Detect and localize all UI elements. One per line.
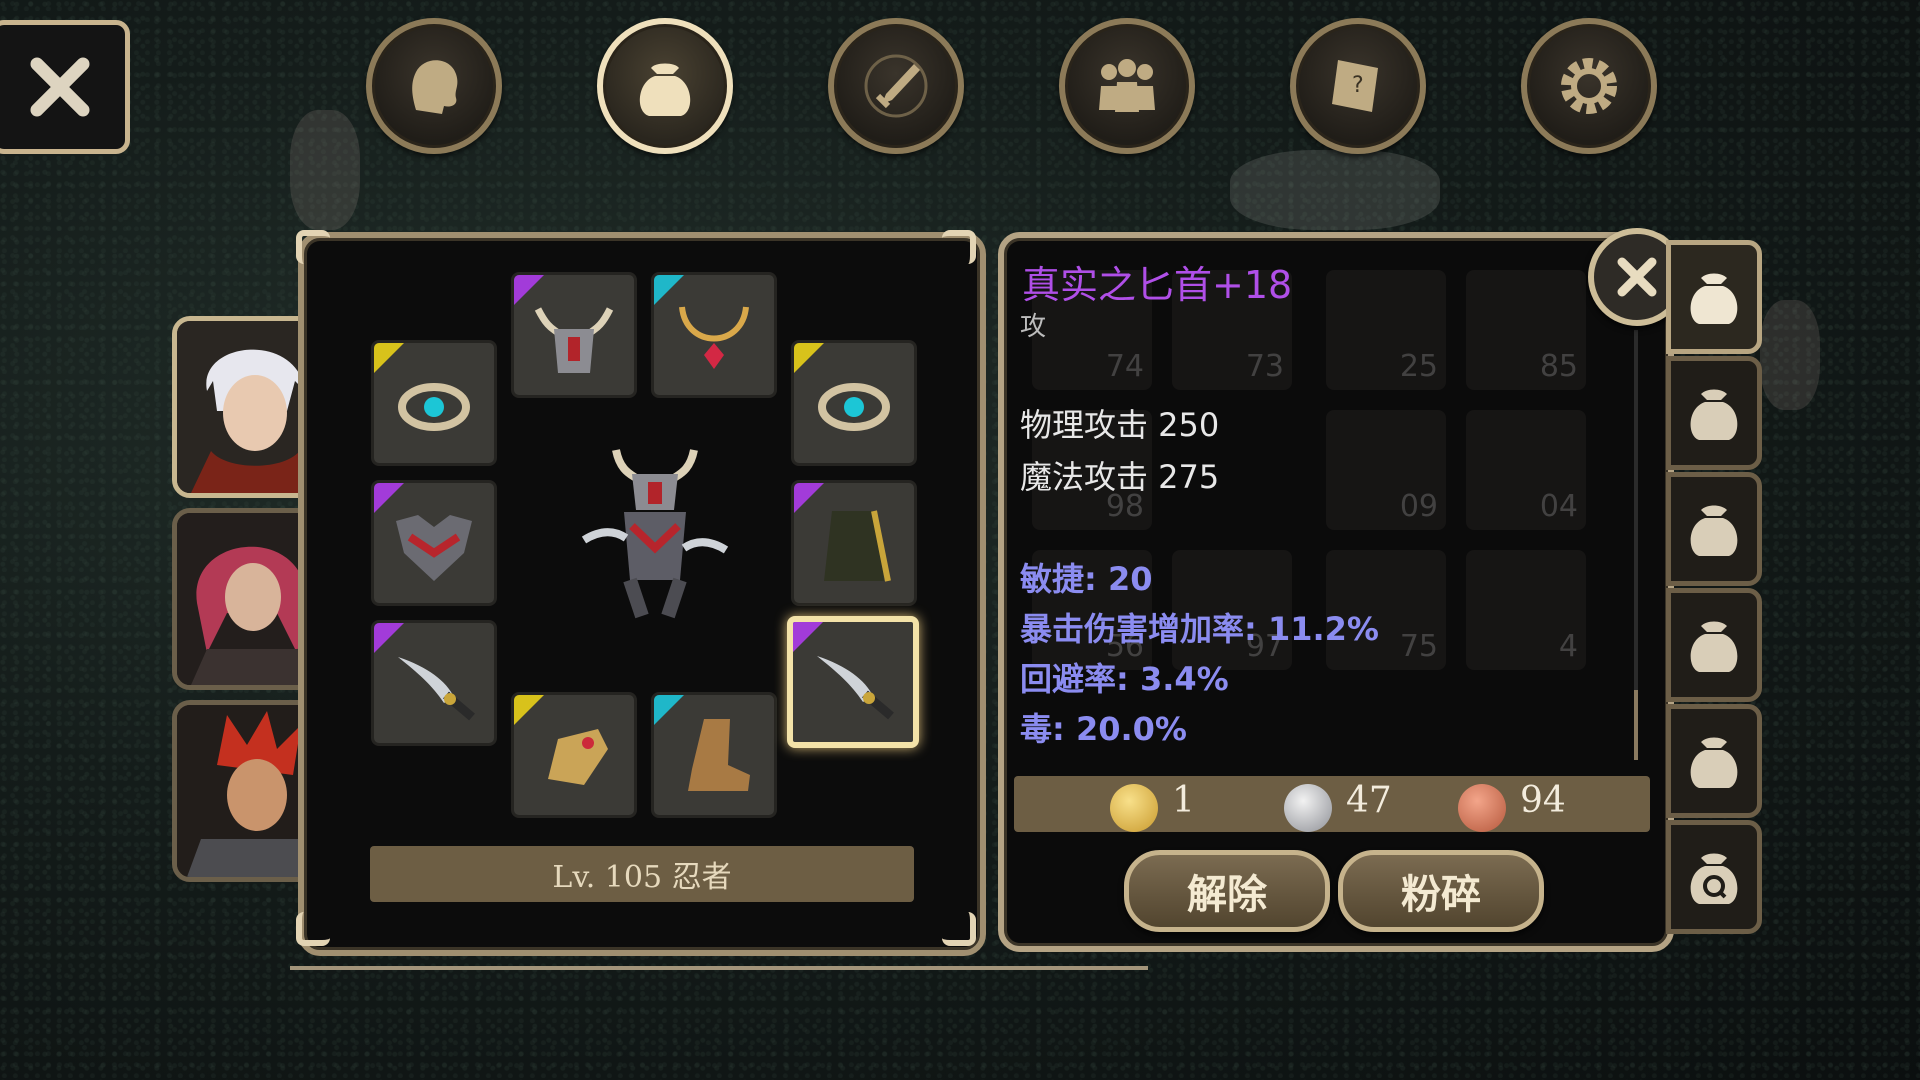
equip-slot-ring-left[interactable] [371,340,497,466]
item-info-scrollbar-thumb[interactable] [1634,690,1638,760]
quest-bag-icon [1690,853,1738,904]
svg-text:?: ? [1352,73,1364,98]
equip-slot-boots[interactable] [651,692,777,818]
equip-slot-armor[interactable] [371,480,497,606]
panel-corner [296,230,330,264]
sword-compass-icon [864,54,928,118]
necklace-icon [679,306,749,369]
gold-amount: 1 [1172,780,1195,821]
panel-corner [942,230,976,264]
item-stat-poison: 毒: 20.0% [1020,710,1187,748]
bag-icon [639,63,691,116]
character-sprite [581,449,729,619]
background-npc [290,110,360,230]
equip-slot-cloak[interactable] [791,480,917,606]
silver-coin-icon [1284,784,1332,832]
tab-party[interactable] [1059,18,1195,154]
equip-slot-weapon-left[interactable] [371,620,497,746]
tab-character[interactable] [366,18,502,154]
equip-slot-helmet[interactable] [511,272,637,398]
destroy-button[interactable]: 粉碎 [1338,850,1544,932]
tab-quests[interactable]: ? [1290,18,1426,154]
horned-helmet-icon [534,307,614,373]
item-name: 真实之匕首+18 [1022,263,1293,307]
background-inventory-slot: 09 [1326,410,1446,530]
close-menu-button[interactable] [0,20,130,154]
bag-tab-1[interactable] [1666,240,1762,354]
equip-slot-necklace[interactable] [651,272,777,398]
head-icon [412,60,458,114]
equip-slot-gloves[interactable] [511,692,637,818]
divider [290,966,1148,970]
bag-tab-4[interactable] [1666,588,1762,702]
bag-icon [1690,737,1738,788]
item-stat-truncated: 攻 [1020,312,1047,342]
equip-slot-weapon-right[interactable] [787,616,919,748]
gear-icon [1561,58,1617,114]
gold-coin-icon [1110,784,1158,832]
bag-icon [1690,621,1738,672]
background-inventory-slot: 4 [1466,550,1586,670]
panel-corner [942,912,976,946]
dagger-icon [398,657,475,721]
bag-tab-2[interactable] [1666,356,1762,470]
bag-tab-5[interactable] [1666,704,1762,818]
unequip-button[interactable]: 解除 [1124,850,1330,932]
group-icon [1099,59,1155,112]
tab-inventory[interactable] [597,18,733,154]
close-icon [30,57,90,117]
tab-skills[interactable] [828,18,964,154]
item-stat-crit-damage: 暴击伤害增加率: 11.2% [1020,610,1379,648]
bag-icon [1690,389,1738,440]
tab-settings[interactable] [1521,18,1657,154]
item-stat-agility: 敏捷: 20 [1020,560,1153,598]
ring-icon [398,383,470,431]
copper-amount: 94 [1520,780,1566,821]
close-icon [1617,257,1657,297]
background-creature [1230,150,1440,230]
dagger-icon [817,656,894,720]
bag-tab-3[interactable] [1666,472,1762,586]
armor-icon [396,515,472,581]
equip-slot-ring-right[interactable] [791,340,917,466]
scroll-icon: ? [1332,60,1378,112]
bag-icon [1690,273,1738,324]
ring-icon [818,383,890,431]
background-inventory-slot: 85 [1466,270,1586,390]
boot-icon [688,719,750,791]
bag-tab-quest[interactable] [1666,820,1762,934]
item-stat-evasion: 回避率: 3.4% [1020,660,1229,698]
cloak-icon [824,510,891,582]
background-inventory-slot: 04 [1466,410,1586,530]
copper-coin-icon [1458,784,1506,832]
panel-corner [296,912,330,946]
item-stat-physical-attack: 物理攻击 250 [1020,406,1220,444]
bag-icon [1690,505,1738,556]
silver-amount: 47 [1346,780,1392,821]
background-npc [1760,300,1820,410]
character-level-class: Lv. 105 忍者 [370,846,914,902]
gauntlet-icon [548,729,608,785]
background-inventory-slot: 25 [1326,270,1446,390]
item-stat-magic-attack: 魔法攻击 275 [1020,458,1220,496]
